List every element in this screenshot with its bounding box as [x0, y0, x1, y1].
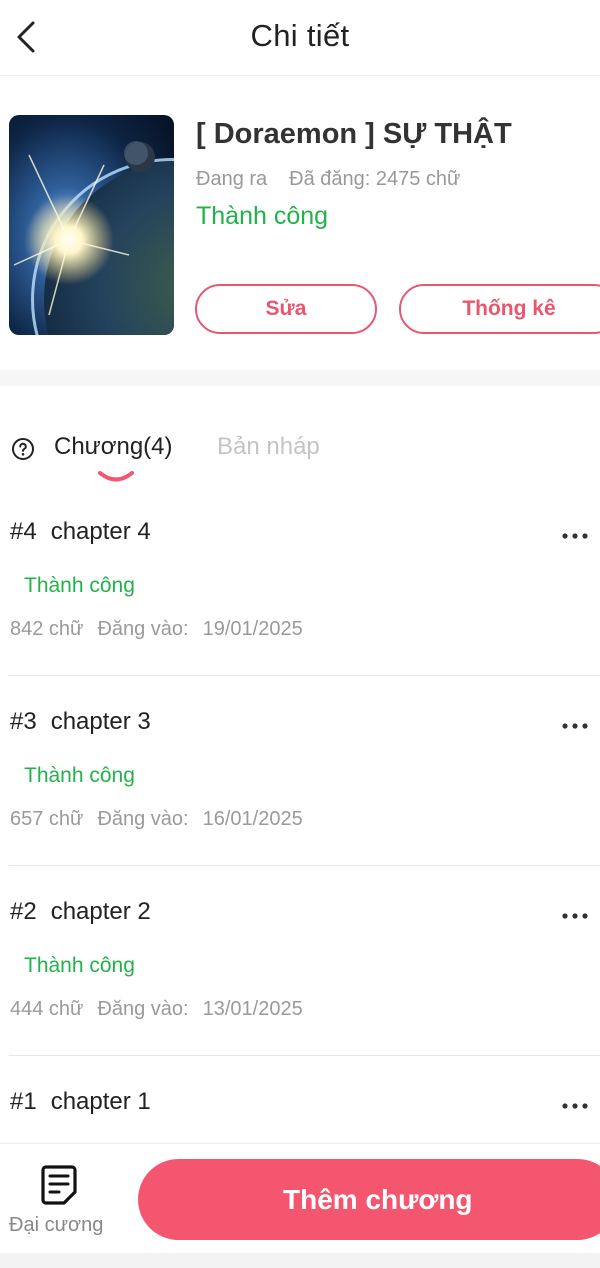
more-options-button[interactable]: [558, 714, 592, 738]
chapter-posted-label: Đăng vào:: [97, 998, 189, 1020]
chapter-word-count: 657 chữ: [10, 808, 84, 830]
chapter-number: #4: [10, 518, 37, 545]
book-cover[interactable]: [9, 115, 174, 335]
add-chapter-button[interactable]: Thêm chương: [138, 1159, 600, 1240]
outline-button[interactable]: Đại cương: [0, 1144, 120, 1254]
chapter-date: 19/01/2025: [202, 618, 303, 640]
more-dots-icon: [562, 723, 588, 729]
section-divider: [0, 370, 600, 386]
tab-chapters[interactable]: Chương(4): [54, 433, 173, 461]
more-dots-icon: [562, 913, 588, 919]
chapter-number: #3: [10, 708, 37, 735]
chapter-title: #1 chapter 1: [10, 1088, 151, 1116]
chapter-name: chapter 4: [50, 518, 151, 545]
more-options-button[interactable]: [558, 524, 592, 548]
list-divider: [9, 1055, 600, 1056]
chapter-meta: 657 chữ Đăng vào: 16/01/2025: [10, 808, 303, 831]
more-options-button[interactable]: [558, 904, 592, 928]
chapter-word-count: 842 chữ: [10, 618, 84, 640]
chapter-status: Thành công: [24, 954, 135, 977]
document-list-icon: [41, 1165, 77, 1205]
book-state: Đang ra: [196, 168, 268, 190]
chapter-title: #4 chapter 4: [10, 518, 151, 546]
stats-button[interactable]: Thống kê: [399, 284, 600, 334]
outline-label: Đại cương: [9, 1214, 104, 1236]
chapter-number: #1: [10, 1088, 37, 1115]
chapter-posted-label: Đăng vào:: [97, 618, 189, 640]
chapter-title: #3 chapter 3: [10, 708, 151, 736]
list-divider: [9, 865, 600, 866]
chapter-meta: 842 chữ Đăng vào: 19/01/2025: [10, 618, 303, 641]
book-status: Thành công: [196, 202, 329, 230]
chapter-title: #2 chapter 2: [10, 898, 151, 926]
chapter-meta: 444 chữ Đăng vào: 13/01/2025: [10, 998, 303, 1021]
bottom-action-bar: Đại cương Thêm chương: [0, 1143, 600, 1253]
top-bar: Chi tiết: [0, 0, 600, 76]
chapter-date: 16/01/2025: [202, 808, 303, 830]
chapter-name: chapter 3: [50, 708, 151, 735]
chapter-status: Thành công: [24, 764, 135, 787]
question-circle-icon[interactable]: [11, 437, 35, 461]
book-title: [ Doraemon ] SỰ THẬT: [196, 118, 512, 150]
chapter-word-count: 444 chữ: [10, 998, 84, 1020]
chapter-date: 13/01/2025: [202, 998, 303, 1020]
book-meta: Đang ra Đã đăng: 2475 chữ: [196, 168, 460, 191]
chapter-posted-label: Đăng vào:: [97, 808, 189, 830]
bottom-edge: [0, 1253, 600, 1268]
tab-drafts[interactable]: Bản nháp: [217, 433, 320, 461]
page-title: Chi tiết: [250, 18, 350, 53]
edit-button[interactable]: Sửa: [195, 284, 377, 334]
list-divider: [9, 675, 600, 676]
chapter-name: chapter 1: [50, 1088, 151, 1115]
chapter-name: chapter 2: [50, 898, 151, 925]
chapter-status: Thành công: [24, 574, 135, 597]
more-options-button[interactable]: [558, 1094, 592, 1118]
more-dots-icon: [562, 1103, 588, 1109]
chapter-number: #2: [10, 898, 37, 925]
tab-active-indicator: [98, 471, 134, 482]
book-word-count: Đã đăng: 2475 chữ: [289, 168, 461, 190]
more-dots-icon: [562, 533, 588, 539]
